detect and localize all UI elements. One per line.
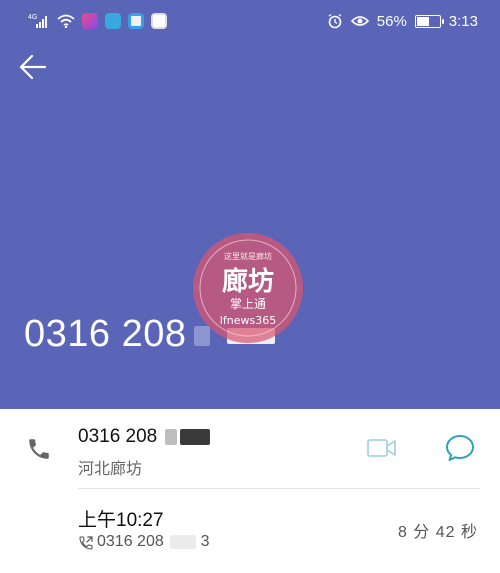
- redacted-digits: [170, 534, 197, 549]
- app-notification-icon: [128, 13, 144, 29]
- call-log-number-tail: 3: [200, 533, 210, 550]
- svg-text:lfnews365: lfnews365: [220, 314, 276, 327]
- svg-text:4G: 4G: [28, 14, 37, 21]
- call-log-number-text: 0316 208: [97, 533, 164, 550]
- outgoing-call-icon: [79, 536, 93, 550]
- status-time: 3:13: [448, 12, 478, 30]
- redacted-digits: [179, 428, 210, 445]
- signal-icon: 4G: [28, 14, 47, 28]
- contact-location: 河北廊坊: [78, 461, 143, 478]
- message-icon: [446, 435, 474, 461]
- contact-header: 4G 56% 3:13 0316 208: [0, 0, 500, 409]
- svg-text:这里就是廊坊: 这里就是廊坊: [224, 251, 272, 261]
- video-call-button[interactable]: [366, 436, 398, 465]
- app-notification-icon: [151, 13, 167, 29]
- contact-number-row[interactable]: [0, 409, 500, 489]
- svg-text:廊坊: 廊坊: [222, 266, 274, 297]
- call-log-number: 0316 208 3: [97, 533, 210, 551]
- video-call-icon: [367, 439, 396, 457]
- eye-comfort-icon: [350, 16, 369, 26]
- status-bar: 4G 56% 3:13: [0, 0, 500, 40]
- phone-icon: [29, 439, 49, 459]
- call-time: 上午10:27: [78, 510, 164, 531]
- battery-icon: [414, 14, 444, 28]
- app-notification-icon: [82, 13, 98, 29]
- message-button[interactable]: [444, 432, 476, 469]
- app-notification-icon: [105, 13, 121, 29]
- alarm-icon: [328, 13, 342, 29]
- svg-text:掌上通: 掌上通: [230, 297, 266, 311]
- call-duration: 8 分 42 秒: [397, 524, 478, 541]
- back-button[interactable]: [14, 50, 52, 84]
- caller-number-text: 0316 208: [24, 313, 187, 355]
- battery-percent: 56%: [376, 12, 407, 30]
- watermark-logo: 这里就是廊坊 廊坊 掌上通 lfnews365: [193, 233, 303, 343]
- back-arrow-icon: [19, 54, 47, 80]
- wifi-icon: [57, 14, 75, 28]
- contact-number-text: 0316 208: [78, 426, 158, 447]
- redacted-digits: [164, 428, 177, 445]
- contact-number: 0316 208: [78, 426, 210, 448]
